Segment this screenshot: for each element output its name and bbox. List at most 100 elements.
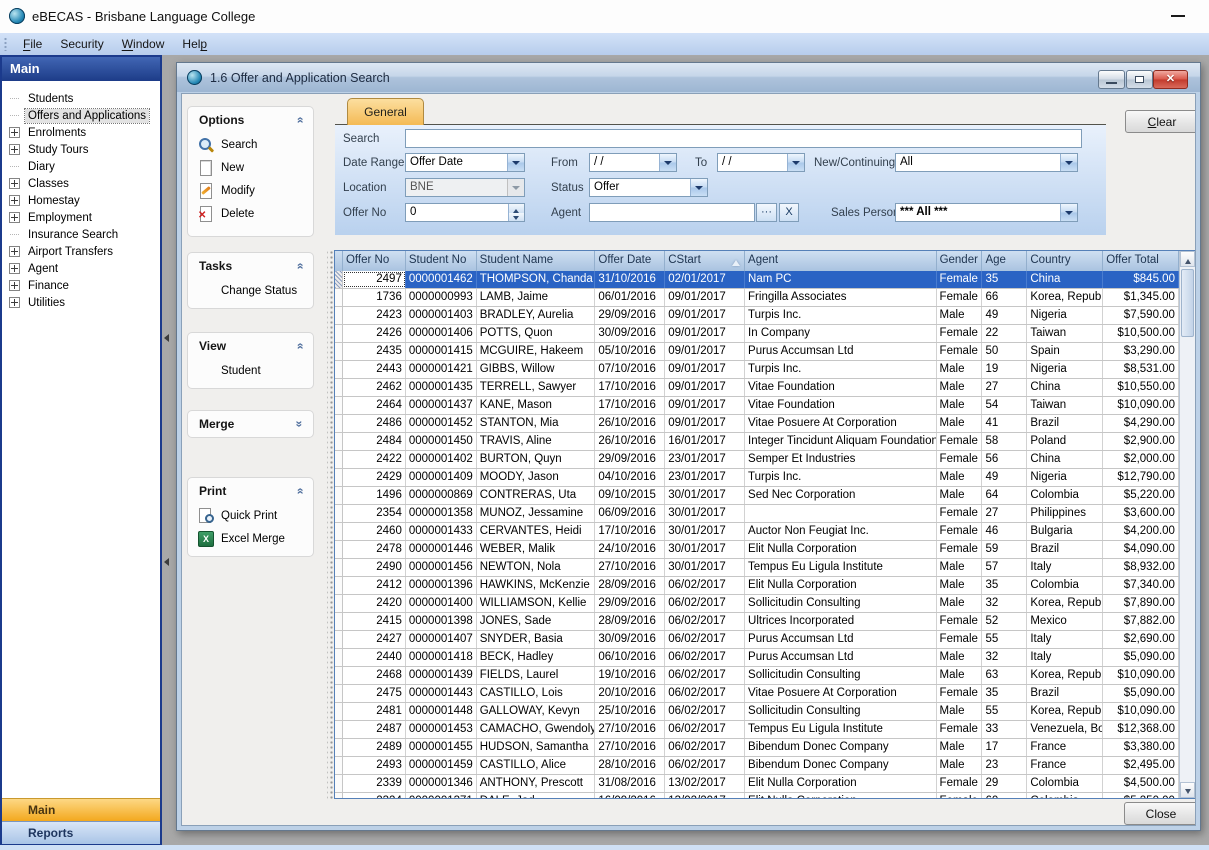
sidebar-item-utilities[interactable]: Utilities bbox=[2, 294, 160, 311]
spin-down-icon[interactable] bbox=[509, 213, 524, 222]
table-row[interactable]: 24620000001435TERRELL, Sawyer17/10/20160… bbox=[335, 379, 1179, 397]
table-row[interactable]: 24890000001455HUDSON, Samantha27/10/2016… bbox=[335, 739, 1179, 757]
chevron-up-icon[interactable]: » bbox=[294, 343, 306, 350]
scrollbar-thumb[interactable] bbox=[1181, 269, 1194, 337]
sidebar-item-airport-transfers[interactable]: Airport Transfers bbox=[2, 243, 160, 260]
expand-plus-icon[interactable] bbox=[9, 297, 20, 308]
sidebar-item-diary[interactable]: Diary bbox=[2, 158, 160, 175]
table-row[interactable]: 24430000001421GIBBS, Willow07/10/201609/… bbox=[335, 361, 1179, 379]
column-header-cstart[interactable]: CStart bbox=[665, 251, 745, 271]
column-header-country[interactable]: Country bbox=[1027, 251, 1103, 271]
dialog-titlebar[interactable]: 1.6 Offer and Application Search bbox=[177, 63, 1200, 92]
sidebar-item-finance[interactable]: Finance bbox=[2, 277, 160, 294]
clear-button[interactable]: Clear bbox=[1125, 110, 1196, 133]
action-search[interactable]: Search bbox=[188, 133, 313, 156]
sidebar-item-insurance-search[interactable]: Insurance Search bbox=[2, 226, 160, 243]
expand-plus-icon[interactable] bbox=[9, 144, 20, 155]
agent-input[interactable] bbox=[589, 203, 755, 222]
expand-plus-icon[interactable] bbox=[9, 212, 20, 223]
table-row[interactable]: 24270000001407SNYDER, Basia30/09/201606/… bbox=[335, 631, 1179, 649]
splitter-collapse-left-icon[interactable] bbox=[164, 558, 169, 566]
table-row[interactable]: 24150000001398JONES, Sade28/09/201606/02… bbox=[335, 613, 1179, 631]
table-row[interactable]: 23390000001346ANTHONY, Prescott31/08/201… bbox=[335, 775, 1179, 793]
window-minimize-button[interactable] bbox=[1171, 15, 1185, 17]
offer-no-stepper[interactable]: 0 bbox=[405, 203, 525, 222]
panel-header-options[interactable]: Options» bbox=[188, 107, 313, 133]
table-row[interactable]: 24260000001406POTTS, Quon30/09/201609/01… bbox=[335, 325, 1179, 343]
dialog-restore-button[interactable] bbox=[1126, 70, 1153, 89]
agent-clear-button[interactable]: X bbox=[779, 203, 799, 222]
column-header-offer-no[interactable]: Offer No bbox=[343, 251, 406, 271]
menu-item-window[interactable]: Window bbox=[113, 33, 174, 55]
sales-person-select[interactable]: *** All *** bbox=[895, 203, 1078, 222]
chevron-down-icon[interactable] bbox=[1060, 204, 1077, 221]
status-select[interactable]: Offer bbox=[589, 178, 708, 197]
table-row[interactable]: 24290000001409MOODY, Jason04/10/201623/0… bbox=[335, 469, 1179, 487]
table-row[interactable]: 23240000001371DALE, Jad16/09/201613/02/2… bbox=[335, 793, 1179, 798]
sidebar-item-study-tours[interactable]: Study Tours bbox=[2, 141, 160, 158]
table-row[interactable]: 24600000001433CERVANTES, Heidi17/10/2016… bbox=[335, 523, 1179, 541]
panel-header-merge[interactable]: Merge» bbox=[188, 411, 313, 437]
menu-item-help[interactable]: Help bbox=[173, 33, 216, 55]
sidebar-item-employment[interactable]: Employment bbox=[2, 209, 160, 226]
chevron-up-icon[interactable]: » bbox=[294, 488, 306, 495]
table-row[interactable]: 23540000001358MUNOZ, Jessamine06/09/2016… bbox=[335, 505, 1179, 523]
expand-plus-icon[interactable] bbox=[9, 127, 20, 138]
chevron-up-icon[interactable]: » bbox=[294, 263, 306, 270]
table-row[interactable]: 24900000001456NEWTON, Nola27/10/201630/0… bbox=[335, 559, 1179, 577]
new-continuing-select[interactable]: All bbox=[895, 153, 1078, 172]
sidebar-item-students[interactable]: Students bbox=[2, 90, 160, 107]
table-row[interactable]: 17360000000993LAMB, Jaime06/01/201609/01… bbox=[335, 289, 1179, 307]
action-modify[interactable]: Modify bbox=[188, 179, 313, 202]
action-delete[interactable]: Delete bbox=[188, 202, 313, 225]
column-header-gender[interactable]: Gender bbox=[937, 251, 983, 271]
from-date-select[interactable]: / / bbox=[589, 153, 677, 172]
column-header-agent[interactable]: Agent bbox=[745, 251, 937, 271]
table-row[interactable]: 24200000001400WILLIAMSON, Kellie29/09/20… bbox=[335, 595, 1179, 613]
sidebar-item-homestay[interactable]: Homestay bbox=[2, 192, 160, 209]
dialog-minimize-button[interactable] bbox=[1098, 70, 1125, 89]
action-change-status[interactable]: Change Status bbox=[188, 279, 313, 302]
table-row[interactable]: 24840000001450TRAVIS, Aline26/10/201616/… bbox=[335, 433, 1179, 451]
table-row[interactable]: 24400000001418BECK, Hadley06/10/201606/0… bbox=[335, 649, 1179, 667]
dialog-close-button[interactable] bbox=[1153, 70, 1188, 89]
sidebar-item-enrolments[interactable]: Enrolments bbox=[2, 124, 160, 141]
column-header-student-no[interactable]: Student No bbox=[406, 251, 477, 271]
nav-button-reports[interactable]: Reports bbox=[2, 821, 160, 844]
grid-scrollbar[interactable] bbox=[1179, 251, 1195, 798]
search-input[interactable] bbox=[405, 129, 1082, 148]
chevron-down-icon[interactable] bbox=[1060, 154, 1077, 171]
action-student[interactable]: Student bbox=[188, 359, 313, 382]
table-row[interactable]: 24970000001462THOMPSON, Chanda31/10/2016… bbox=[335, 271, 1179, 289]
table-row[interactable]: 24230000001403BRADLEY, Aurelia29/09/2016… bbox=[335, 307, 1179, 325]
tab-general[interactable]: General bbox=[347, 98, 424, 125]
table-row[interactable]: 24120000001396HAWKINS, McKenzie28/09/201… bbox=[335, 577, 1179, 595]
column-header-offer-total[interactable]: Offer Total bbox=[1103, 251, 1179, 271]
sidebar-item-classes[interactable]: Classes bbox=[2, 175, 160, 192]
date-range-select[interactable]: Offer Date bbox=[405, 153, 525, 172]
column-header-age[interactable]: Age bbox=[982, 251, 1027, 271]
action-new[interactable]: New bbox=[188, 156, 313, 179]
menu-item-file[interactable]: File bbox=[14, 33, 51, 55]
table-row[interactable]: 24750000001443CASTILLO, Lois20/10/201606… bbox=[335, 685, 1179, 703]
chevron-up-icon[interactable]: » bbox=[294, 117, 306, 124]
scroll-up-icon[interactable] bbox=[1180, 251, 1195, 267]
agent-browse-button[interactable]: ··· bbox=[756, 203, 777, 222]
menu-item-security[interactable]: Security bbox=[51, 33, 112, 55]
table-row[interactable]: 24220000001402BURTON, Quyn29/09/201623/0… bbox=[335, 451, 1179, 469]
chevron-down-icon[interactable] bbox=[787, 154, 804, 171]
panel-splitter-handle[interactable] bbox=[327, 250, 334, 799]
chevron-down-icon[interactable] bbox=[507, 154, 524, 171]
table-row[interactable]: 14960000000869CONTRERAS, Uta09/10/201530… bbox=[335, 487, 1179, 505]
column-header-offer-date[interactable]: Offer Date bbox=[595, 251, 665, 271]
action-excel-merge[interactable]: Excel Merge bbox=[188, 527, 313, 550]
expand-plus-icon[interactable] bbox=[9, 195, 20, 206]
panel-header-print[interactable]: Print» bbox=[188, 478, 313, 504]
column-header-student-name[interactable]: Student Name bbox=[477, 251, 596, 271]
table-row[interactable]: 24780000001446WEBER, Malik24/10/201630/0… bbox=[335, 541, 1179, 559]
expand-plus-icon[interactable] bbox=[9, 178, 20, 189]
scroll-down-icon[interactable] bbox=[1180, 782, 1195, 798]
sidebar-item-agent[interactable]: Agent bbox=[2, 260, 160, 277]
to-date-select[interactable]: / / bbox=[717, 153, 805, 172]
chevron-down-icon[interactable] bbox=[690, 179, 707, 196]
